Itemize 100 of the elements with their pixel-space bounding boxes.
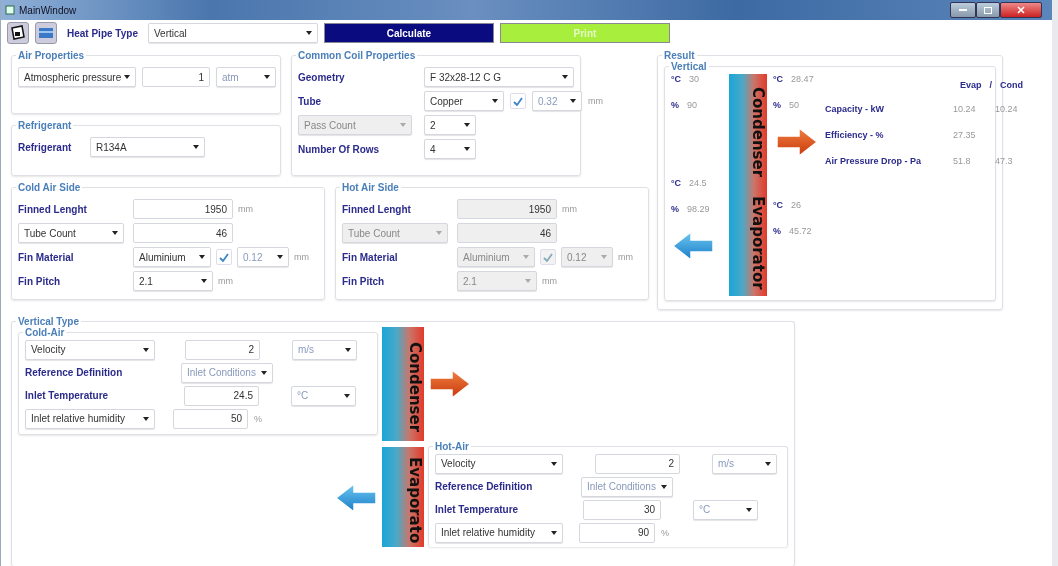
save-icon [10,25,26,41]
dropdown[interactable]: Velocity [435,453,563,474]
heat-exchanger-bar: Condenser [729,74,767,184]
group-title: Vertical [670,61,708,72]
group-title: Result [663,50,696,61]
right-arrow-icon [428,368,472,400]
unit-label: % [773,100,781,110]
caret-icon [345,347,351,352]
caret-icon [344,393,350,398]
unit-label: °C [671,178,682,188]
caret-icon [525,279,531,283]
dropdown[interactable]: Inlet relative humidity [435,522,563,543]
reading-value: 26 [791,200,802,210]
input-field[interactable]: 2 [595,453,680,474]
input-field[interactable]: 50 [173,408,248,429]
field-label: Finned Lenght [342,203,411,215]
input-field[interactable]: 90 [579,522,655,543]
group-title: Cold Air Side [17,182,82,193]
result-value: 51.8 [953,156,972,166]
dropdown[interactable]: Inlet relative humidity [25,408,155,429]
dropdown[interactable]: F 32x28-12 C G [424,67,574,87]
unit-label: °C [773,200,784,210]
input-field[interactable]: 2 [185,339,260,360]
dropdown[interactable]: Velocity [25,339,155,360]
caret-icon [551,461,557,466]
window-button[interactable] [35,22,57,44]
result-value: 27.35 [953,130,977,140]
unit-label: mm [618,252,633,262]
reading-value: 90 [687,100,698,110]
checkbox[interactable] [216,249,232,265]
dropdown[interactable]: 2.1 [133,271,213,291]
result-label: Efficiency - % [825,130,885,140]
window-icon [38,26,54,40]
caret-icon [193,145,199,149]
heat-pipe-type-label: Heat Pipe Type [67,27,138,39]
input-field[interactable]: 46 [133,223,233,243]
field-label: Tube [298,95,322,107]
caret-icon [124,75,130,79]
field-label: Inlet Temperature [435,504,519,515]
maximize-icon [984,6,992,14]
result-label: Air Pressure Drop - Pa [825,156,923,166]
input-field[interactable]: 30 [583,499,661,520]
field-label: Number Of Rows [298,143,380,155]
input-field[interactable]: 1950 [133,199,233,219]
input-field[interactable]: 24.5 [184,385,259,406]
reading-value: 28.47 [791,74,814,84]
heat-exchanger-bar: Evaporator [729,184,767,296]
save-button[interactable] [7,22,29,44]
group-title: Hot-Air [434,441,470,452]
unit-label: °C [671,74,682,84]
caret-icon [201,279,207,283]
unit-label: mm [218,276,233,286]
unit-label: mm [588,96,603,106]
caret-icon [551,530,557,535]
heat-exchanger-bar: Condenser [382,327,424,441]
caret-icon [464,147,470,151]
column-header: / [989,80,992,90]
field-label: Fin Pitch [342,275,385,287]
caret-icon [143,416,149,421]
calculate-button[interactable]: Calculate [323,23,494,43]
unit-label: °C [773,74,784,84]
reading-value: 98.29 [687,204,710,214]
caret-icon [661,484,667,489]
group-title: Refrigerant [17,120,73,131]
dropdown[interactable]: Aluminium [133,247,211,267]
dropdown[interactable]: Atmospheric pressure [18,67,136,87]
field-label: Fin Pitch [18,275,61,287]
left-arrow-icon [334,482,378,514]
unit-label: % [661,527,669,538]
unit-label: mm [562,204,577,214]
dropdown[interactable]: 4 [424,139,476,159]
group-title: Vertical Type [17,316,80,327]
dropdown[interactable]: Vertical [147,23,318,43]
caret-icon [562,75,568,79]
result-value: 10.24 [953,104,977,114]
close-button[interactable] [1000,2,1042,18]
minimize-icon [959,8,967,12]
dropdown[interactable]: Copper [424,91,504,111]
caret-icon [112,231,118,235]
close-icon [1017,6,1025,14]
caret-icon [492,99,498,103]
caret-icon [277,255,283,259]
app-icon [5,5,15,15]
dropdown[interactable]: Tube Count [18,223,124,243]
reading-value: 30 [689,74,700,84]
minimize-button[interactable] [950,2,976,18]
field-label: Reference Definition [435,481,533,492]
input-field[interactable]: 1 [142,67,210,87]
caret-icon [464,123,470,127]
right-arrow-icon [775,126,819,158]
dropdown[interactable]: R134A [90,137,205,157]
field-label: Inlet Temperature [25,390,109,401]
checkbox[interactable] [510,93,526,109]
caret-icon [264,75,270,79]
group-title: Common Coil Properties [297,50,417,61]
column-header: Cond [1000,80,1023,90]
reading-value: 24.5 [689,178,707,188]
maximize-button[interactable] [976,2,1000,18]
column-header: Evap [959,80,982,90]
field-label: Refrigerant [18,141,72,153]
